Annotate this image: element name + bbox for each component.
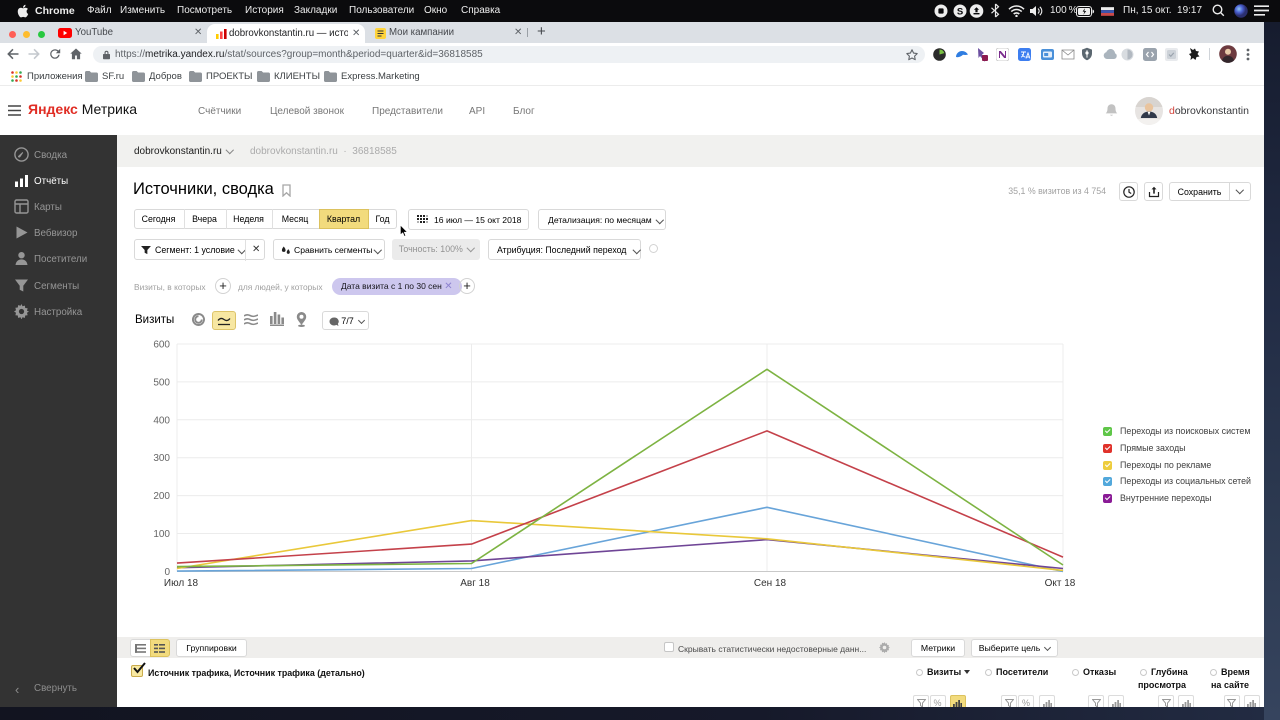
svg-text:Авг 18: Авг 18	[460, 578, 490, 589]
svg-text:100: 100	[153, 529, 170, 540]
svg-text:500: 500	[153, 377, 170, 388]
svg-text:300: 300	[153, 453, 170, 464]
svg-text:S: S	[957, 7, 963, 18]
svg-text:600: 600	[153, 340, 170, 351]
svg-text:Окт 18: Окт 18	[1045, 578, 1076, 589]
svg-text:200: 200	[153, 491, 170, 502]
svg-text:400: 400	[153, 415, 170, 426]
svg-text:0: 0	[164, 567, 170, 578]
svg-text:Сен 18: Сен 18	[754, 578, 787, 589]
svg-text:Июл 18: Июл 18	[164, 578, 199, 589]
